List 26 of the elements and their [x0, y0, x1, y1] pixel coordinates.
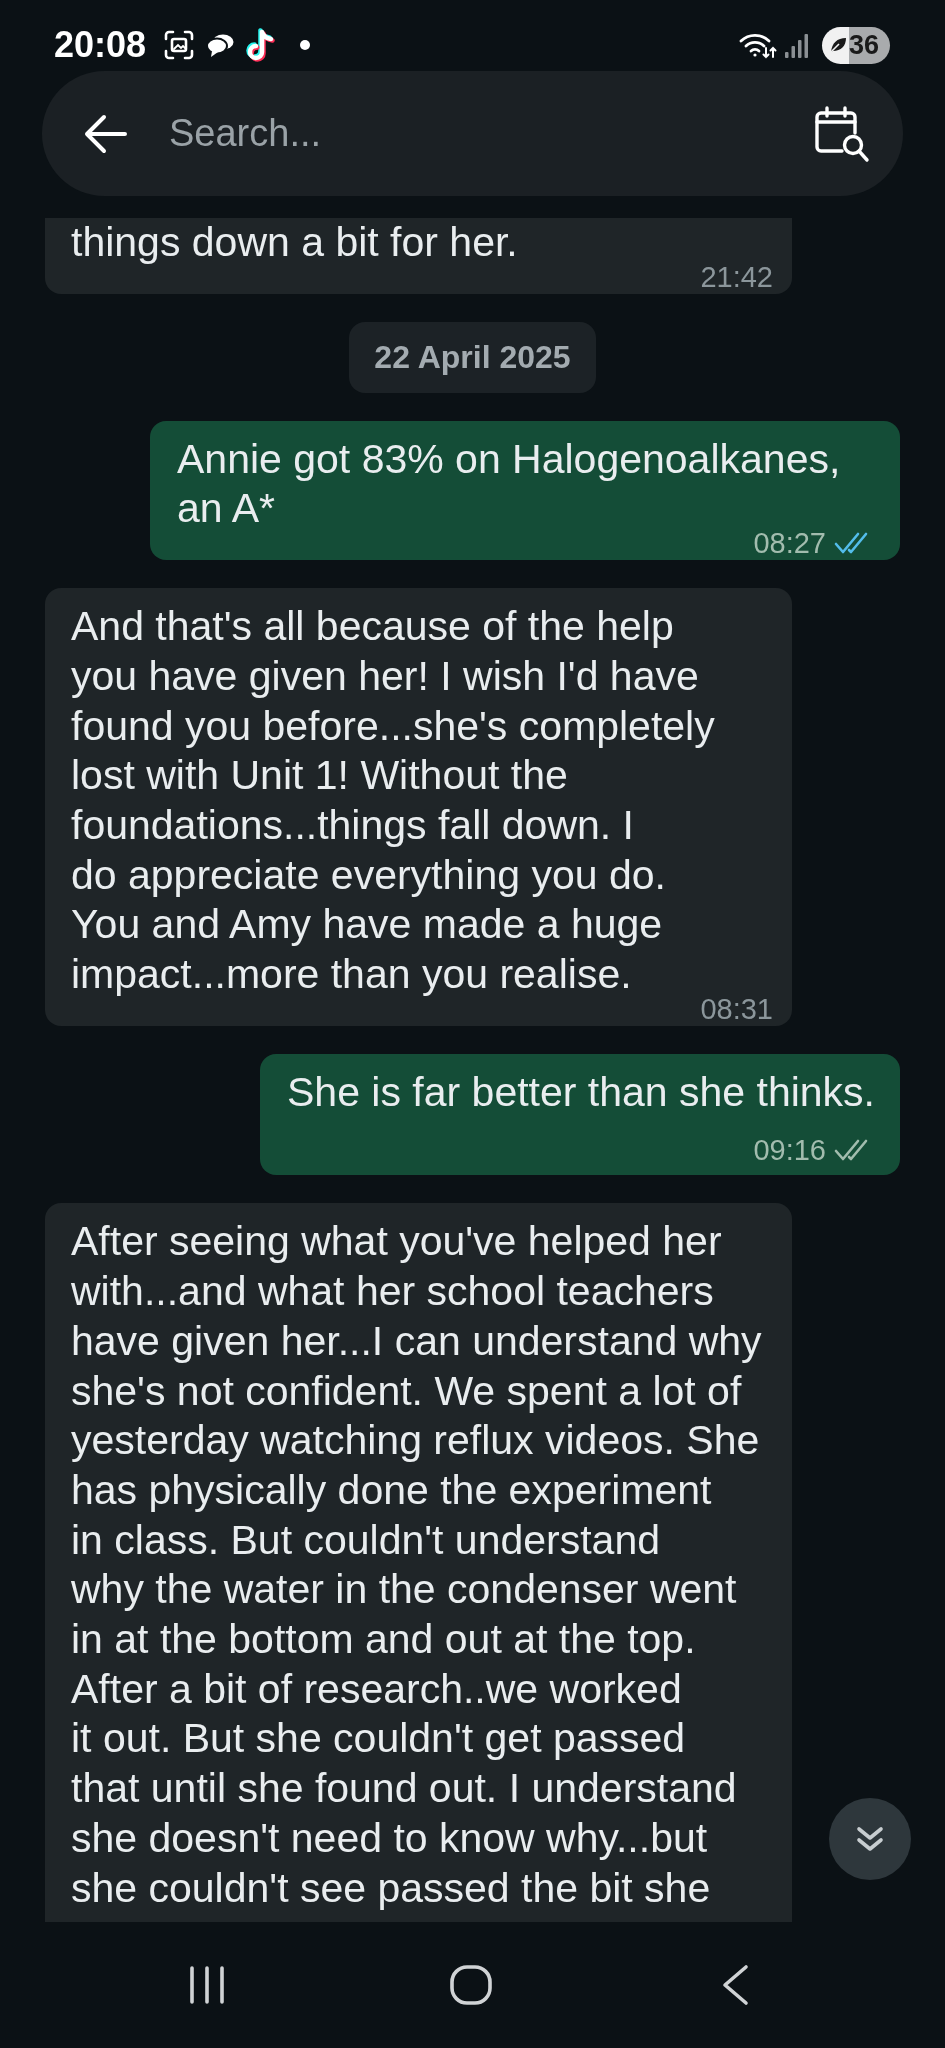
message-time: 08:31 [700, 997, 773, 1020]
double-chevron-down-icon [855, 1824, 885, 1854]
message-text: She is far better than she thinks. [287, 1068, 875, 1115]
screenshot-icon [164, 30, 195, 60]
status-time: 20:08 [54, 25, 147, 65]
signal-icon [784, 32, 808, 58]
battery-percent: 36 [849, 30, 880, 60]
home-icon[interactable] [450, 1965, 492, 2005]
music-note-icon [246, 28, 277, 62]
message-time: 09:16 [753, 1139, 826, 1162]
calendar-search-icon[interactable] [814, 105, 870, 163]
message-text: After seeing what you've helped her with...and what her school teachers have given her...I can understand why she's not confident. We spent a lot of yesterday watching reflux videos. She has physically done the experiment in class. But couldn't understand why the water in the condenser went in at the bottom and out at the top. After a bit of research..we worked it out. But she couldn't get passed that until she found out. I understand she doesn't need to know why...but she couldn't see passed the bit she [71, 1218, 762, 1911]
search-field[interactable]: Search... [42, 71, 903, 196]
message-time: 21:42 [700, 265, 773, 288]
message-text: And that's all because of the help you have given her! I wish I'd have found you before...she's completely lost with Unit 1! Without the foundations...things fall down. I do appreciate everything you do. You and Amy have made a huge impact...more than you realise. [71, 603, 715, 998]
leaf-icon [829, 36, 847, 54]
notification-dot-icon [300, 40, 311, 50]
recents-icon[interactable] [188, 1965, 226, 2005]
message-text: Annie got 83% on Halogenoalkanes, an A* [177, 435, 841, 532]
message-text: things down a bit for her. [71, 219, 518, 265]
message-time: 08:27 [753, 532, 826, 555]
date-chip: 22 April 2025 [349, 321, 596, 393]
chat-bubbles-icon [206, 32, 235, 58]
back-icon[interactable] [721, 1964, 749, 2006]
wifi-icon [739, 31, 777, 59]
back-arrow-icon[interactable] [84, 114, 127, 154]
